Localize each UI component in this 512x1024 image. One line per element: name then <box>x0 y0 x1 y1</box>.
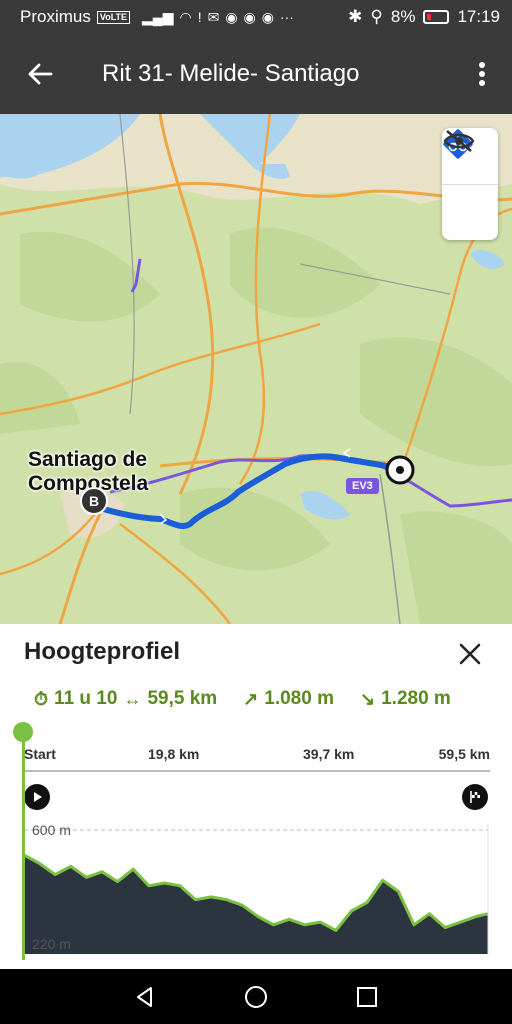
battery-icon <box>423 10 450 24</box>
chrome-icon-2: ◉ <box>243 8 256 25</box>
arrow-left-icon <box>28 63 53 85</box>
mail-icon: ✉ <box>207 8 220 25</box>
descent-icon: ↘ <box>360 688 376 709</box>
more-notifications-icon: ··· <box>279 9 294 25</box>
alert-icon: ! <box>197 9 202 25</box>
nav-back-button[interactable] <box>125 977 165 1017</box>
y-tick-top: 600 m <box>32 822 71 838</box>
ascent-value: 1.080 m <box>264 688 334 709</box>
distance-icon: ↔ <box>123 688 142 709</box>
city-label-line1: Santiago de <box>28 448 148 471</box>
elevation-area <box>24 855 488 954</box>
clock: 17:19 <box>457 7 500 26</box>
close-button[interactable] <box>454 638 486 670</box>
eye-off-icon <box>443 130 475 152</box>
play-icon <box>34 792 42 802</box>
bluetooth-icon: ✱ <box>348 7 363 26</box>
visibility-toggle-button[interactable] <box>442 130 498 240</box>
end-marker-label: B <box>88 493 100 509</box>
nav-home-button[interactable] <box>236 977 276 1017</box>
map-canvas <box>0 114 512 624</box>
location-icon: ⚲ <box>370 7 383 26</box>
status-bar: Proximus VoLTE ▂▄▆ ◠ ! ✉ ◉ ◉ ◉ ··· ✱ ⚲ 8… <box>0 0 512 34</box>
wifi-icon: ◠ <box>179 8 192 25</box>
page-title: Rit 31- Melide- Santiago <box>102 60 360 87</box>
y-tick-bottom: 220 m <box>32 936 71 952</box>
map-view[interactable]: Santiago de Compostela B EV3 <box>0 114 512 624</box>
chrome-icon-3: ◉ <box>261 8 274 25</box>
route-badge: EV3 <box>346 478 379 494</box>
volte-badge: VoLTE <box>96 10 131 24</box>
axis-label-3: 59,5 km <box>438 746 490 762</box>
map-controls <box>442 128 498 240</box>
axis-label-1: 19,8 km <box>148 746 200 762</box>
checkered-flag-icon <box>470 791 480 803</box>
triangle-back-icon <box>137 986 153 1007</box>
axis-line <box>24 770 490 772</box>
nav-recents-button[interactable] <box>347 977 387 1017</box>
square-recents-icon <box>356 986 377 1007</box>
distance-value: 59,5 km <box>147 688 218 709</box>
circle-home-icon <box>244 985 267 1008</box>
chrome-icon: ◉ <box>225 8 238 25</box>
axis-label-2: 39,7 km <box>303 746 355 762</box>
duration-value: 11 u 10 <box>54 688 118 709</box>
elevation-sheet: Hoogteprofiel ⏱ 11 u 10 ↔ 59,5 km ↗ 1.08… <box>0 624 512 969</box>
carrier-name: Proximus <box>20 7 91 26</box>
distance-axis: Start 19,8 km 39,7 km 59,5 km <box>24 746 490 766</box>
notification-icons: ▂▄▆ ◠ ! ✉ ◉ ◉ ◉ ··· <box>142 9 294 26</box>
end-marker[interactable]: B <box>80 487 108 515</box>
signal-icon: ▂▄▆ <box>142 8 174 25</box>
more-vert-icon <box>479 62 485 86</box>
position-scrubber[interactable] <box>22 722 25 960</box>
route-stats: ⏱ 11 u 10 ↔ 59,5 km ↗ 1.080 m ↘ 1.280 m <box>34 688 451 710</box>
elevation-chart[interactable] <box>0 804 512 964</box>
app-bar: Rit 31- Melide- Santiago <box>0 34 512 114</box>
battery-percent: 8% <box>390 7 416 26</box>
system-nav-bar <box>0 969 512 1024</box>
more-options-button[interactable] <box>452 34 512 114</box>
back-button[interactable] <box>0 34 80 114</box>
ascent-icon: ↗ <box>243 688 259 709</box>
axis-label-start: Start <box>24 746 56 762</box>
timer-icon: ⏱ <box>34 688 49 709</box>
scrubber-handle[interactable] <box>13 722 33 742</box>
descent-value: 1.280 m <box>381 688 451 709</box>
close-icon <box>459 643 481 665</box>
sheet-title: Hoogteprofiel <box>24 638 180 665</box>
